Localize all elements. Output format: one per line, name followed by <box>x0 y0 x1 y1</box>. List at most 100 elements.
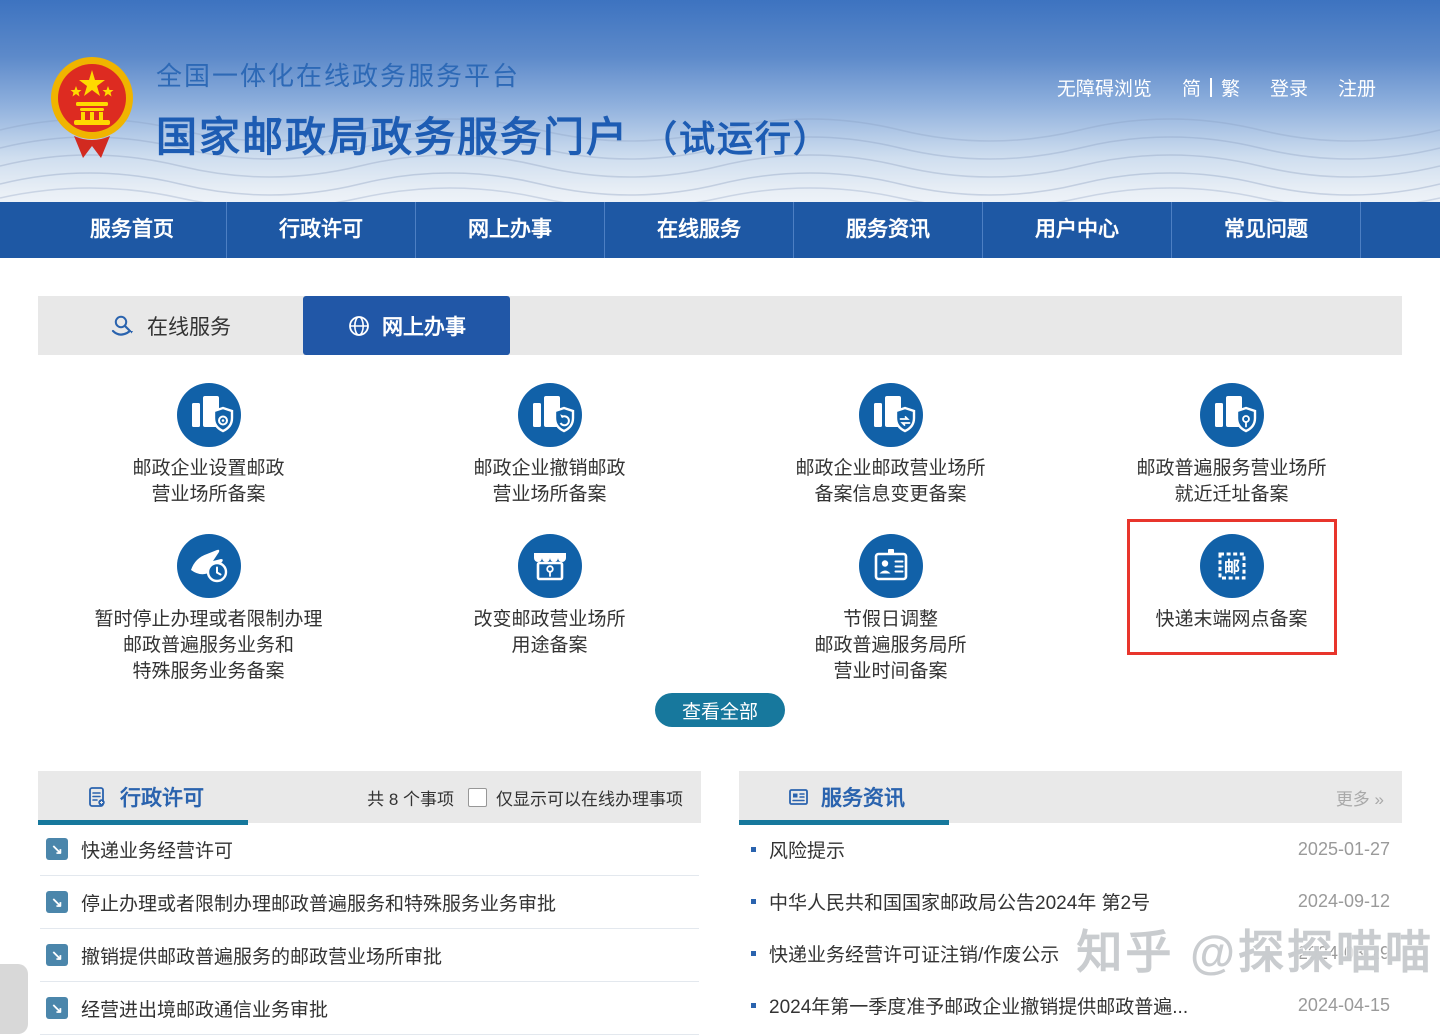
bullet-icon <box>751 847 756 852</box>
news-item[interactable]: 2024年第一季度准予邮政企业撤销提供邮政普遍... 2024-04-15 <box>741 979 1400 1031</box>
building-shield-pin-icon <box>1200 383 1264 447</box>
license-item-label: 撤销提供邮政普遍服务的邮政营业场所审批 <box>81 942 442 969</box>
stamp-icon: 邮 <box>1200 534 1264 598</box>
user-links: 无障碍浏览 简 繁 登录 注册 <box>1057 74 1376 101</box>
service-label: 用途备案 <box>473 633 625 659</box>
service-suspend-limit-record[interactable]: 暂时停止办理或者限制办理邮政普遍服务业务和特殊服务业务备案 <box>38 534 379 685</box>
view-all-button[interactable]: 查看全部 <box>655 693 785 727</box>
login-link[interactable]: 登录 <box>1270 74 1308 101</box>
national-emblem <box>50 52 134 162</box>
news-item[interactable]: 快递业务经营许可证注销/作废公示 2024-08-29 <box>741 927 1400 979</box>
tab-label: 网上办事 <box>382 311 466 341</box>
news-title: 快递业务经营许可证注销/作废公示 <box>769 940 1059 967</box>
news-list: 风险提示 2025-01-27 中华人民共和国国家邮政局公告2024年 第2号 … <box>739 823 1402 1031</box>
news-panel-header: 服务资讯 更多 » <box>739 771 1402 823</box>
service-label: 特殊服务业务备案 <box>94 659 322 685</box>
license-panel-title: 行政许可 <box>86 782 204 812</box>
service-revoke-postal-premises[interactable]: 邮政企业撤销邮政营业场所备案 <box>379 383 720 508</box>
globe-icon <box>347 314 371 338</box>
arrow-icon: ↘ <box>46 891 68 913</box>
license-item[interactable]: ↘ 撤销提供邮政普遍服务的邮政营业场所审批 <box>40 929 699 982</box>
online-only-checkbox[interactable] <box>468 788 487 807</box>
side-widget-handle[interactable] <box>0 964 28 1034</box>
platform-subtitle: 全国一体化在线政务服务平台 <box>156 56 831 93</box>
nav-item-online-handling[interactable]: 网上办事 <box>416 202 605 258</box>
nav-item-faq[interactable]: 常见问题 <box>1172 202 1361 258</box>
service-label: 营业时间备案 <box>814 659 966 685</box>
newspaper-icon <box>787 786 810 809</box>
nav-item-user-center[interactable]: 用户中心 <box>983 202 1172 258</box>
item-count-text: 共 8 个事项 <box>367 785 454 810</box>
more-link[interactable]: 更多 » <box>1336 785 1384 810</box>
tab-label: 在线服务 <box>147 311 231 341</box>
service-label: 邮政普遍服务局所 <box>814 633 966 659</box>
news-panel-title: 服务资讯 <box>787 782 905 812</box>
service-label: 邮政企业邮政营业场所 <box>795 456 985 482</box>
bullet-icon <box>751 899 756 904</box>
nav-item-license[interactable]: 行政许可 <box>227 202 416 258</box>
bullet-icon <box>751 1003 756 1008</box>
tab-online-service[interactable]: 在线服务 <box>80 296 261 355</box>
service-express-terminal-outlet-record[interactable]: 邮 快递末端网点备案 <box>1061 534 1402 685</box>
panel-title-text: 行政许可 <box>120 782 204 812</box>
service-label: 就近迁址备案 <box>1136 482 1326 508</box>
license-item[interactable]: ↘ 停止办理或者限制办理邮政普遍服务和特殊服务业务审批 <box>40 876 699 929</box>
hand-clock-icon <box>177 534 241 598</box>
news-item[interactable]: 风险提示 2025-01-27 <box>741 823 1400 875</box>
service-change-premises-usage[interactable]: 改变邮政营业场所用途备案 <box>379 534 720 685</box>
language-divider <box>1210 78 1212 97</box>
panel-title-underline <box>38 820 248 825</box>
tab-online-handling[interactable]: 网上办事 <box>303 296 510 355</box>
panel-title-underline <box>739 820 949 825</box>
svg-text:邮: 邮 <box>1223 558 1239 577</box>
building-shield-gear-icon <box>177 383 241 447</box>
bottom-panels: 行政许可 共 8 个事项 仅显示可以在线办理事项 ↘ 快递业务经营许可 ↘ 停止… <box>38 771 1402 1035</box>
license-panel-header: 行政许可 共 8 个事项 仅显示可以在线办理事项 <box>38 771 701 823</box>
traditional-link[interactable]: 繁 <box>1221 74 1240 101</box>
license-panel: 行政许可 共 8 个事项 仅显示可以在线办理事项 ↘ 快递业务经营许可 ↘ 停止… <box>38 771 701 1035</box>
service-label: 邮政企业设置邮政 <box>132 456 284 482</box>
news-item[interactable]: 中华人民共和国国家邮政局公告2024年 第2号 2024-09-12 <box>741 875 1400 927</box>
news-title: 2024年第一季度准予邮政企业撤销提供邮政普遍... <box>769 992 1188 1019</box>
nav-item-online-service[interactable]: 在线服务 <box>605 202 794 258</box>
news-panel: 服务资讯 更多 » 风险提示 2025-01-27 中华人民共和国国家邮政局公告… <box>739 771 1402 1035</box>
arrow-icon: ↘ <box>46 838 68 860</box>
id-card-icon <box>859 534 923 598</box>
nav-item-news[interactable]: 服务资讯 <box>794 202 983 258</box>
license-item-label: 经营进出境邮政通信业务审批 <box>81 995 328 1022</box>
storefront-pin-icon <box>518 534 582 598</box>
license-list: ↘ 快递业务经营许可 ↘ 停止办理或者限制办理邮政普遍服务和特殊服务业务审批 ↘… <box>38 823 701 1035</box>
nav-item-home[interactable]: 服务首页 <box>38 202 227 258</box>
document-icon <box>86 786 109 809</box>
license-panel-controls: 共 8 个事项 仅显示可以在线办理事项 <box>367 785 683 810</box>
service-grid: 邮政企业设置邮政营业场所备案 邮政企业撤销邮政营业场所备案 <box>38 355 1402 685</box>
service-label: 备案信息变更备案 <box>795 482 985 508</box>
service-label: 暂时停止办理或者限制办理 <box>94 607 322 633</box>
service-label: 邮政普遍服务业务和 <box>94 633 322 659</box>
service-setup-postal-premises[interactable]: 邮政企业设置邮政营业场所备案 <box>38 383 379 508</box>
license-item-label: 停止办理或者限制办理邮政普遍服务和特殊服务业务审批 <box>81 889 556 916</box>
service-label: 营业场所备案 <box>132 482 284 508</box>
language-switch: 简 繁 <box>1182 74 1240 101</box>
service-change-record-info[interactable]: 邮政企业邮政营业场所备案信息变更备案 <box>720 383 1061 508</box>
news-date: 2025-01-27 <box>1298 839 1390 860</box>
service-holiday-hours-record[interactable]: 节假日调整邮政普遍服务局所营业时间备案 <box>720 534 1061 685</box>
tab-bar: 在线服务 网上办事 <box>38 296 1402 355</box>
accessibility-link[interactable]: 无障碍浏览 <box>1057 74 1152 101</box>
brand-block: 全国一体化在线政务服务平台 国家邮政局政务服务门户（试运行） <box>50 52 831 163</box>
news-title: 风险提示 <box>769 836 845 863</box>
simplified-link[interactable]: 简 <box>1182 74 1201 101</box>
license-item[interactable]: ↘ 快递业务经营许可 <box>40 823 699 876</box>
service-label: 邮政企业撤销邮政 <box>473 456 625 482</box>
service-label: 节假日调整 <box>814 607 966 633</box>
service-relocation-record[interactable]: 邮政普遍服务营业场所就近迁址备案 <box>1061 383 1402 508</box>
news-date: 2024-08-29 <box>1298 943 1390 964</box>
news-date: 2024-09-12 <box>1298 891 1390 912</box>
service-label: 营业场所备案 <box>473 482 625 508</box>
search-hand-icon <box>110 314 136 338</box>
main-content: 在线服务 网上办事 邮政企业设置邮政营业场所备案 <box>38 296 1402 743</box>
license-item[interactable]: ↘ 经营进出境邮政通信业务审批 <box>40 982 699 1035</box>
news-date: 2024-04-15 <box>1298 995 1390 1016</box>
news-title: 中华人民共和国国家邮政局公告2024年 第2号 <box>769 888 1150 915</box>
register-link[interactable]: 注册 <box>1338 74 1376 101</box>
